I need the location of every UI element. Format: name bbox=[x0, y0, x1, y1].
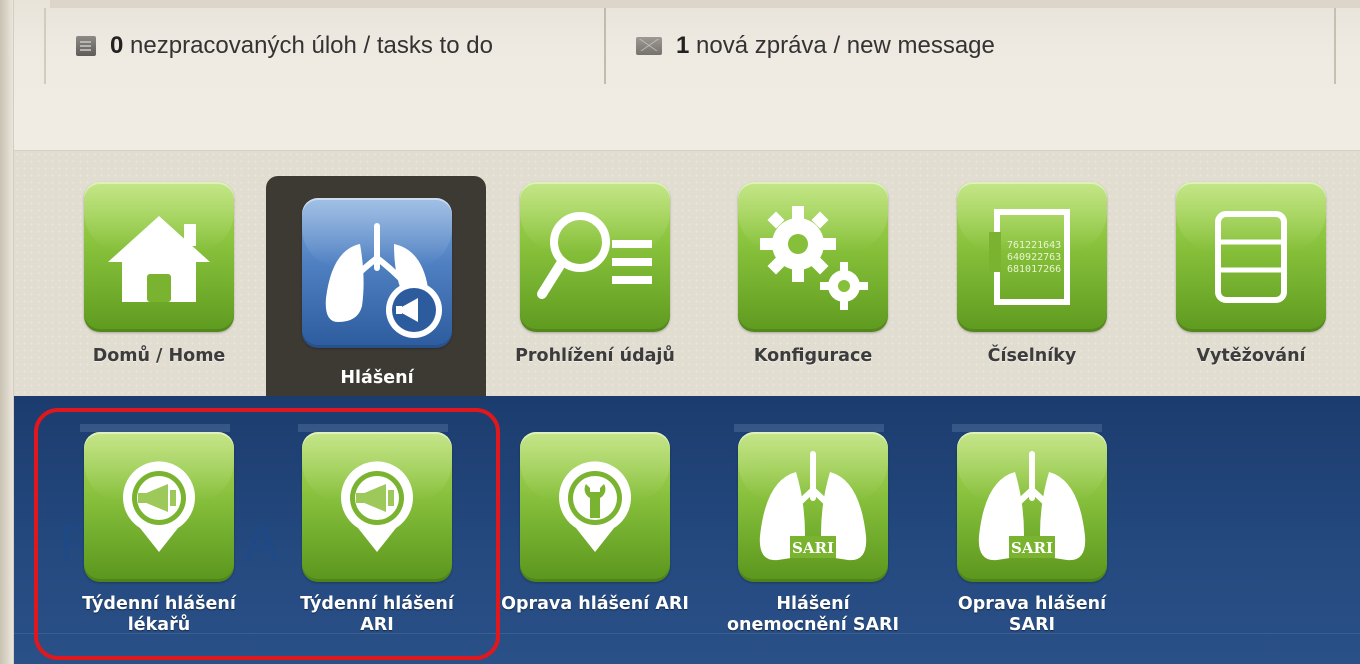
tile-background bbox=[520, 182, 670, 332]
lungs-sari-icon: SARI bbox=[759, 451, 867, 561]
document-icon bbox=[76, 36, 96, 56]
numbers-document-icon: 761221643 640922763 681017266 bbox=[989, 209, 1070, 305]
magnifier-list-icon bbox=[537, 212, 652, 299]
menu-item-label: Hlášení bbox=[340, 368, 414, 388]
storage-icon bbox=[1215, 211, 1287, 303]
submenu-item-label: Oprava hlášení SARI bbox=[957, 594, 1107, 635]
tile-background: SARI bbox=[738, 432, 888, 582]
messages-label: nová zpráva / new message bbox=[696, 32, 995, 59]
messages-notification-text: 1 nová zpráva / new message bbox=[676, 32, 995, 60]
submenu-item-label: Oprava hlášení ARI bbox=[501, 594, 689, 614]
tile-shadow bbox=[952, 424, 1102, 432]
tasks-notification-text: 0 nezpracovaných úloh / tasks to do bbox=[110, 32, 493, 60]
tasks-label: nezpracovaných úloh / tasks to do bbox=[130, 32, 493, 59]
tile-background: 761221643 640922763 681017266 bbox=[957, 182, 1107, 332]
topbar-strip bbox=[50, 0, 1360, 8]
menu-item-label: Domů / Home bbox=[92, 346, 226, 366]
tasks-count: 0 bbox=[110, 32, 124, 59]
tile-background bbox=[1176, 182, 1326, 332]
tile-background bbox=[302, 198, 452, 348]
lungs-sari-icon: SARI bbox=[978, 451, 1086, 561]
tile-background bbox=[84, 182, 234, 332]
messages-count: 1 bbox=[676, 32, 690, 59]
number-line-3: 681017266 bbox=[1007, 264, 1061, 275]
tile-background: SARI bbox=[957, 432, 1107, 582]
notification-divider bbox=[1334, 8, 1336, 84]
lungs-megaphone-icon bbox=[325, 223, 442, 338]
highlight-annotation bbox=[34, 408, 500, 660]
sari-badge: SARI bbox=[1011, 539, 1053, 557]
menu-item-label: Konfigurace bbox=[753, 346, 873, 366]
sari-badge: SARI bbox=[792, 539, 834, 557]
number-line-2: 640922763 bbox=[1007, 252, 1061, 263]
menu-item-label: Prohlížení údajů bbox=[515, 346, 675, 366]
tile-shadow bbox=[734, 424, 884, 432]
tile-background bbox=[738, 182, 888, 332]
gears-icon bbox=[760, 206, 868, 310]
messages-notification[interactable]: 1 nová zpráva / new message bbox=[604, 8, 1344, 84]
envelope-icon bbox=[636, 37, 662, 55]
wrench-pin-icon bbox=[559, 461, 631, 552]
window-left-edge bbox=[0, 0, 14, 664]
number-line-1: 761221643 bbox=[1007, 240, 1061, 251]
menu-item-label: Číselníky bbox=[987, 346, 1077, 366]
tasks-notification[interactable]: 0 nezpracovaných úloh / tasks to do bbox=[44, 8, 604, 84]
submenu-item-label: Hlášení onemocnění SARI bbox=[727, 594, 899, 635]
menu-item-label: Vytěžování bbox=[1196, 346, 1306, 366]
tile-background bbox=[520, 432, 670, 582]
home-icon bbox=[108, 216, 210, 302]
